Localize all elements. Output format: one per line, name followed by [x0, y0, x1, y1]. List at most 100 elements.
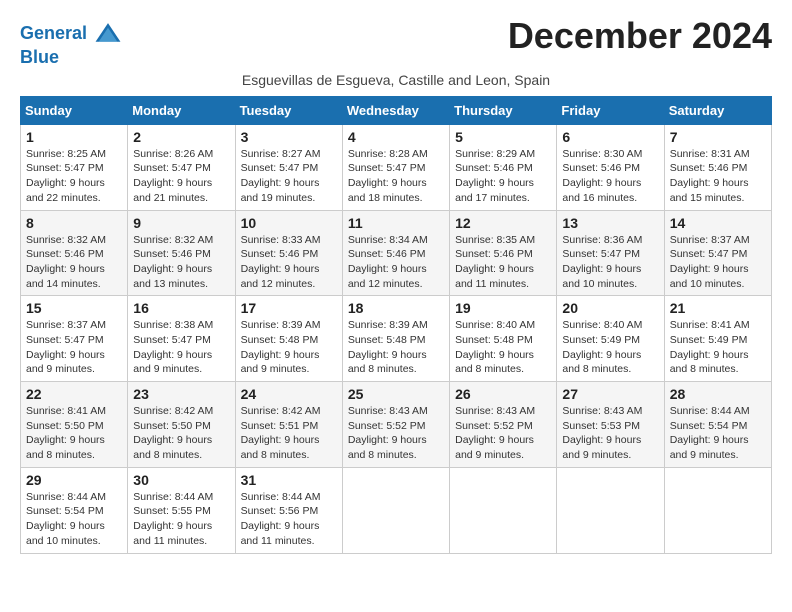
subtitle: Esguevillas de Esgueva, Castille and Leo…	[20, 72, 772, 88]
sunset-label: Sunset: 5:47 PM	[670, 248, 748, 260]
day-number: 28	[670, 386, 766, 402]
day-info: Sunrise: 8:43 AM Sunset: 5:52 PM Dayligh…	[455, 404, 551, 463]
sunrise-label: Sunrise: 8:33 AM	[241, 234, 321, 246]
sunrise-label: Sunrise: 8:44 AM	[670, 405, 750, 417]
daylight-label: Daylight: 9 hours and 14 minutes.	[26, 263, 105, 290]
daylight-label: Daylight: 9 hours and 15 minutes.	[670, 177, 749, 204]
day-info: Sunrise: 8:31 AM Sunset: 5:46 PM Dayligh…	[670, 147, 766, 206]
day-info: Sunrise: 8:29 AM Sunset: 5:46 PM Dayligh…	[455, 147, 551, 206]
sunset-label: Sunset: 5:48 PM	[455, 334, 533, 346]
day-info: Sunrise: 8:32 AM Sunset: 5:46 PM Dayligh…	[133, 233, 229, 292]
sunrise-label: Sunrise: 8:30 AM	[562, 148, 642, 160]
calendar-cell: 12 Sunrise: 8:35 AM Sunset: 5:46 PM Dayl…	[450, 210, 557, 296]
calendar-cell: 24 Sunrise: 8:42 AM Sunset: 5:51 PM Dayl…	[235, 382, 342, 468]
daylight-label: Daylight: 9 hours and 11 minutes.	[455, 263, 534, 290]
day-info: Sunrise: 8:41 AM Sunset: 5:50 PM Dayligh…	[26, 404, 122, 463]
day-info: Sunrise: 8:43 AM Sunset: 5:53 PM Dayligh…	[562, 404, 658, 463]
day-info: Sunrise: 8:40 AM Sunset: 5:48 PM Dayligh…	[455, 318, 551, 377]
day-number: 18	[348, 300, 444, 316]
col-header-tuesday: Tuesday	[235, 96, 342, 124]
sunrise-label: Sunrise: 8:31 AM	[670, 148, 750, 160]
calendar-cell: 29 Sunrise: 8:44 AM Sunset: 5:54 PM Dayl…	[21, 467, 128, 553]
sunrise-label: Sunrise: 8:43 AM	[455, 405, 535, 417]
day-number: 10	[241, 215, 337, 231]
sunset-label: Sunset: 5:46 PM	[562, 162, 640, 174]
day-info: Sunrise: 8:27 AM Sunset: 5:47 PM Dayligh…	[241, 147, 337, 206]
daylight-label: Daylight: 9 hours and 16 minutes.	[562, 177, 641, 204]
day-info: Sunrise: 8:43 AM Sunset: 5:52 PM Dayligh…	[348, 404, 444, 463]
sunset-label: Sunset: 5:47 PM	[26, 334, 104, 346]
day-number: 4	[348, 129, 444, 145]
day-number: 16	[133, 300, 229, 316]
calendar-week-row: 8 Sunrise: 8:32 AM Sunset: 5:46 PM Dayli…	[21, 210, 772, 296]
daylight-label: Daylight: 9 hours and 13 minutes.	[133, 263, 212, 290]
day-number: 13	[562, 215, 658, 231]
calendar-cell: 13 Sunrise: 8:36 AM Sunset: 5:47 PM Dayl…	[557, 210, 664, 296]
daylight-label: Daylight: 9 hours and 9 minutes.	[455, 434, 534, 461]
daylight-label: Daylight: 9 hours and 19 minutes.	[241, 177, 320, 204]
day-info: Sunrise: 8:26 AM Sunset: 5:47 PM Dayligh…	[133, 147, 229, 206]
day-number: 11	[348, 215, 444, 231]
sunset-label: Sunset: 5:52 PM	[348, 420, 426, 432]
sunrise-label: Sunrise: 8:38 AM	[133, 319, 213, 331]
calendar-cell: 3 Sunrise: 8:27 AM Sunset: 5:47 PM Dayli…	[235, 124, 342, 210]
sunrise-label: Sunrise: 8:41 AM	[26, 405, 106, 417]
calendar-cell: 11 Sunrise: 8:34 AM Sunset: 5:46 PM Dayl…	[342, 210, 449, 296]
day-number: 26	[455, 386, 551, 402]
calendar-cell: 21 Sunrise: 8:41 AM Sunset: 5:49 PM Dayl…	[664, 296, 771, 382]
col-header-thursday: Thursday	[450, 96, 557, 124]
daylight-label: Daylight: 9 hours and 8 minutes.	[133, 434, 212, 461]
day-number: 2	[133, 129, 229, 145]
daylight-label: Daylight: 9 hours and 9 minutes.	[26, 349, 105, 376]
daylight-label: Daylight: 9 hours and 11 minutes.	[133, 520, 212, 547]
sunrise-label: Sunrise: 8:43 AM	[562, 405, 642, 417]
calendar-cell: 9 Sunrise: 8:32 AM Sunset: 5:46 PM Dayli…	[128, 210, 235, 296]
calendar-cell: 27 Sunrise: 8:43 AM Sunset: 5:53 PM Dayl…	[557, 382, 664, 468]
day-info: Sunrise: 8:39 AM Sunset: 5:48 PM Dayligh…	[241, 318, 337, 377]
sunset-label: Sunset: 5:54 PM	[670, 420, 748, 432]
calendar-cell: 22 Sunrise: 8:41 AM Sunset: 5:50 PM Dayl…	[21, 382, 128, 468]
sunrise-label: Sunrise: 8:29 AM	[455, 148, 535, 160]
sunrise-label: Sunrise: 8:39 AM	[241, 319, 321, 331]
sunset-label: Sunset: 5:49 PM	[670, 334, 748, 346]
daylight-label: Daylight: 9 hours and 9 minutes.	[670, 434, 749, 461]
daylight-label: Daylight: 9 hours and 22 minutes.	[26, 177, 105, 204]
col-header-sunday: Sunday	[21, 96, 128, 124]
day-info: Sunrise: 8:44 AM Sunset: 5:56 PM Dayligh…	[241, 490, 337, 549]
day-number: 27	[562, 386, 658, 402]
daylight-label: Daylight: 9 hours and 9 minutes.	[241, 349, 320, 376]
day-info: Sunrise: 8:33 AM Sunset: 5:46 PM Dayligh…	[241, 233, 337, 292]
sunrise-label: Sunrise: 8:37 AM	[670, 234, 750, 246]
day-info: Sunrise: 8:41 AM Sunset: 5:49 PM Dayligh…	[670, 318, 766, 377]
calendar-cell	[342, 467, 449, 553]
day-info: Sunrise: 8:40 AM Sunset: 5:49 PM Dayligh…	[562, 318, 658, 377]
day-number: 23	[133, 386, 229, 402]
day-info: Sunrise: 8:38 AM Sunset: 5:47 PM Dayligh…	[133, 318, 229, 377]
sunset-label: Sunset: 5:52 PM	[455, 420, 533, 432]
sunset-label: Sunset: 5:47 PM	[133, 334, 211, 346]
calendar-cell: 8 Sunrise: 8:32 AM Sunset: 5:46 PM Dayli…	[21, 210, 128, 296]
day-info: Sunrise: 8:32 AM Sunset: 5:46 PM Dayligh…	[26, 233, 122, 292]
daylight-label: Daylight: 9 hours and 17 minutes.	[455, 177, 534, 204]
calendar-week-row: 22 Sunrise: 8:41 AM Sunset: 5:50 PM Dayl…	[21, 382, 772, 468]
day-number: 3	[241, 129, 337, 145]
calendar-cell	[450, 467, 557, 553]
sunrise-label: Sunrise: 8:41 AM	[670, 319, 750, 331]
day-number: 7	[670, 129, 766, 145]
day-number: 1	[26, 129, 122, 145]
day-info: Sunrise: 8:35 AM Sunset: 5:46 PM Dayligh…	[455, 233, 551, 292]
day-number: 17	[241, 300, 337, 316]
day-number: 15	[26, 300, 122, 316]
calendar-cell: 7 Sunrise: 8:31 AM Sunset: 5:46 PM Dayli…	[664, 124, 771, 210]
col-header-saturday: Saturday	[664, 96, 771, 124]
calendar-cell: 15 Sunrise: 8:37 AM Sunset: 5:47 PM Dayl…	[21, 296, 128, 382]
day-number: 14	[670, 215, 766, 231]
sunset-label: Sunset: 5:53 PM	[562, 420, 640, 432]
daylight-label: Daylight: 9 hours and 8 minutes.	[562, 349, 641, 376]
sunrise-label: Sunrise: 8:27 AM	[241, 148, 321, 160]
daylight-label: Daylight: 9 hours and 12 minutes.	[241, 263, 320, 290]
sunset-label: Sunset: 5:46 PM	[241, 248, 319, 260]
day-number: 24	[241, 386, 337, 402]
day-info: Sunrise: 8:30 AM Sunset: 5:46 PM Dayligh…	[562, 147, 658, 206]
daylight-label: Daylight: 9 hours and 8 minutes.	[455, 349, 534, 376]
